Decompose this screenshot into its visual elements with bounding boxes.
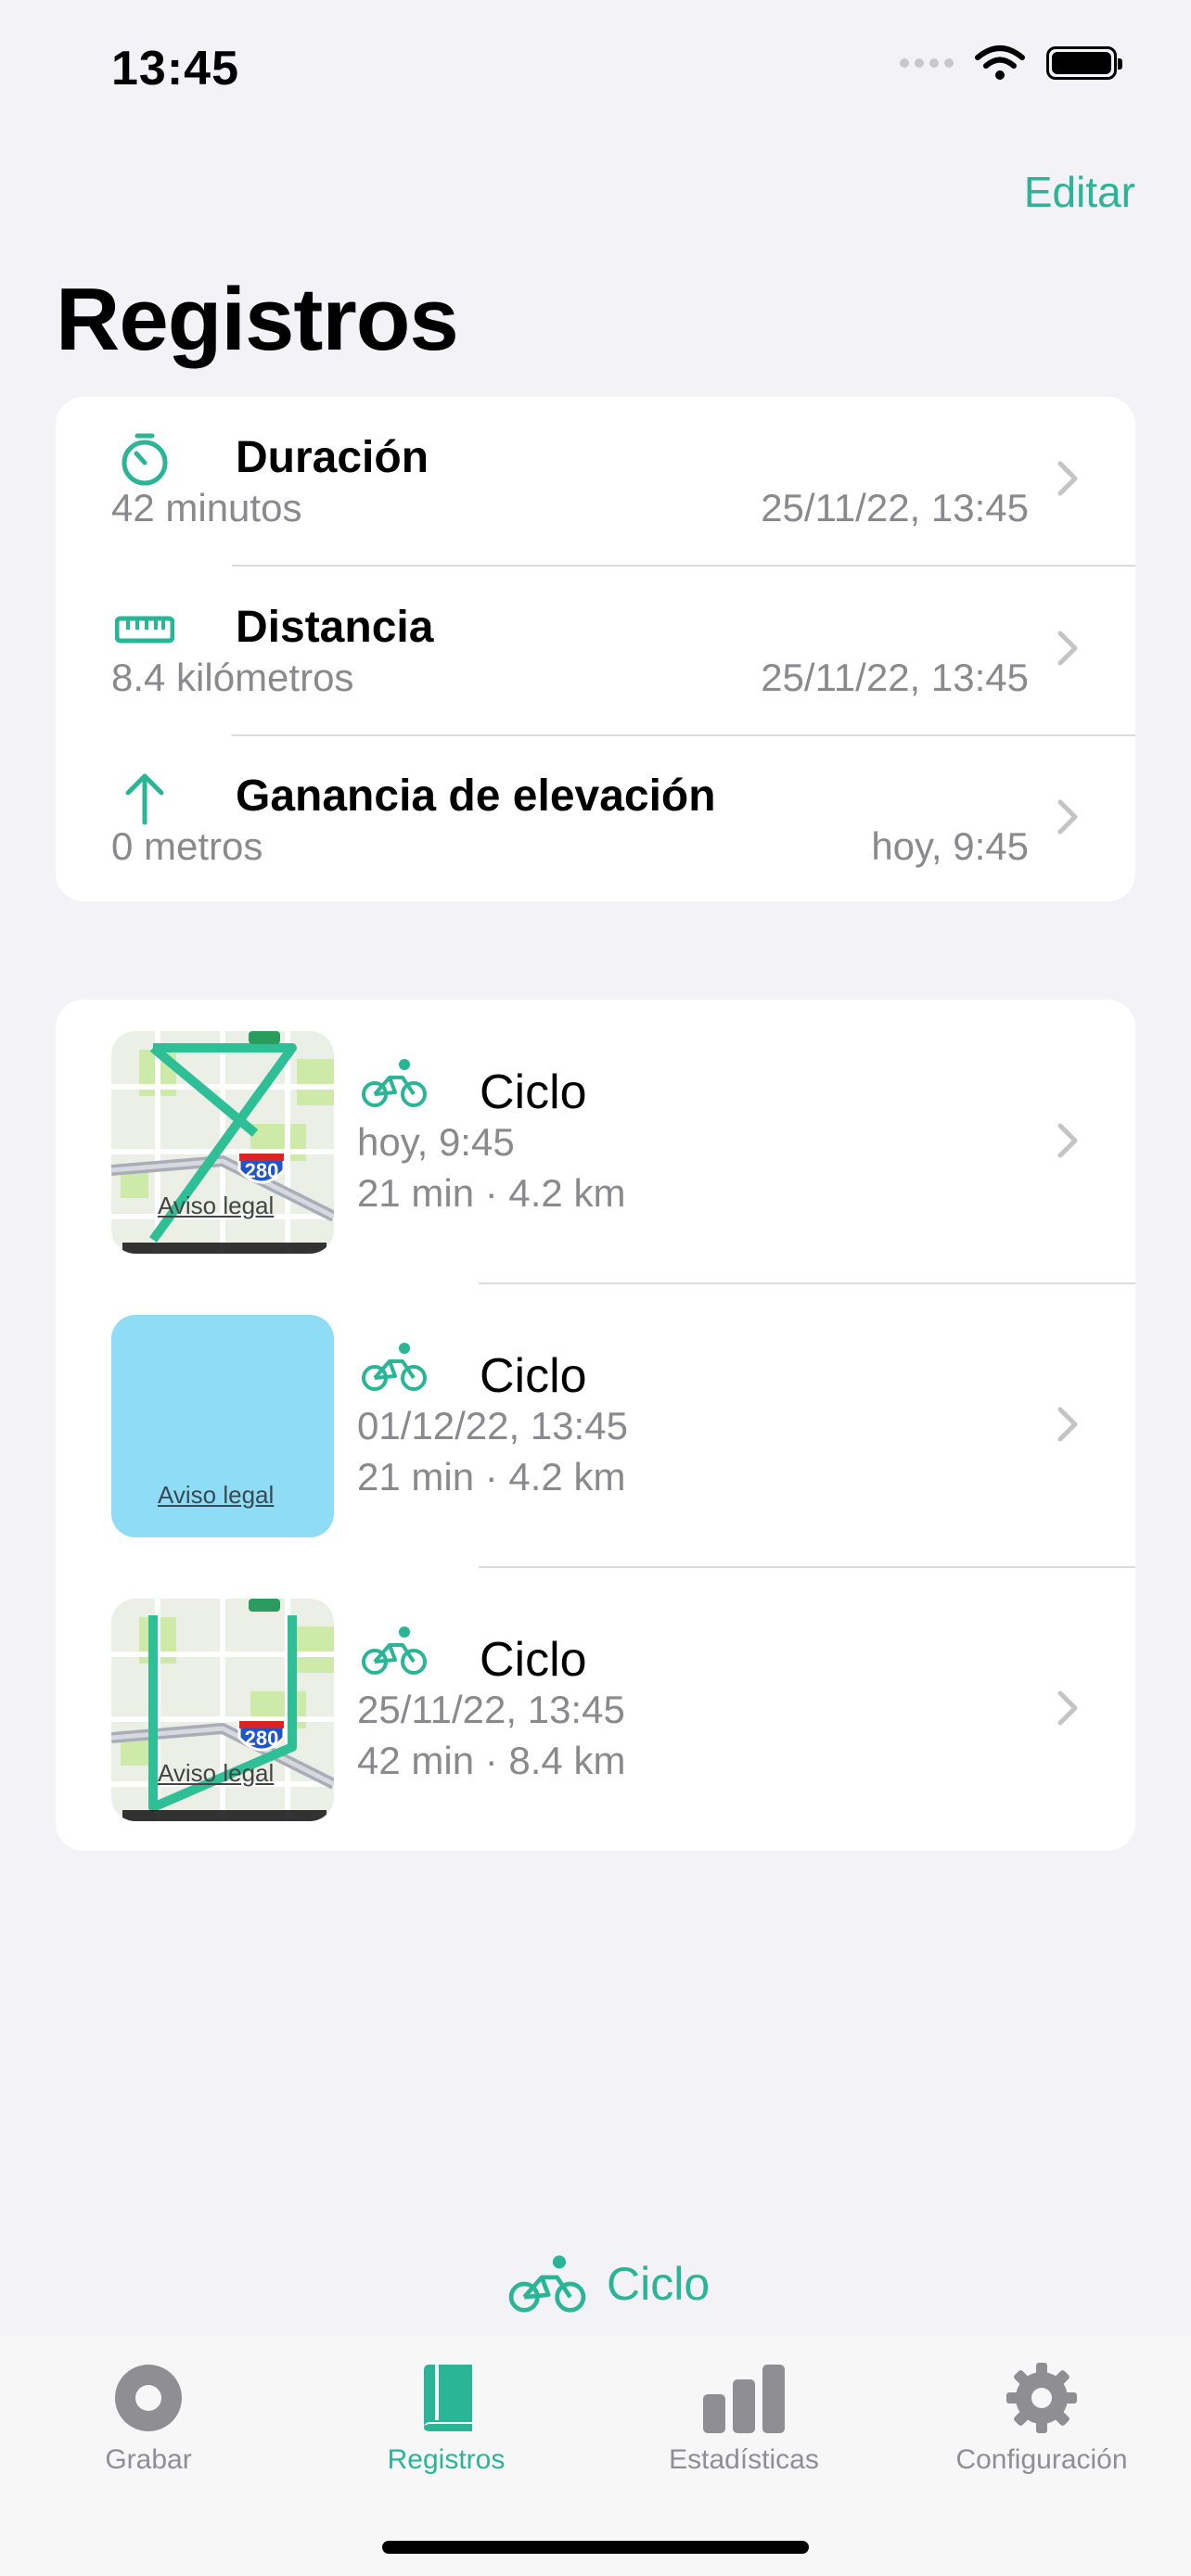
map-legal-link[interactable]: Aviso legal <box>158 1481 274 1510</box>
chevron-right-icon <box>1057 799 1078 835</box>
tab-configuracion[interactable]: Configuración <box>903 2363 1181 2476</box>
map-legal-link[interactable]: Aviso legal <box>158 1759 274 1788</box>
summary-date: 25/11/22, 13:45 <box>761 486 1029 529</box>
records-card: 280 Aviso legal Ciclo hoy, 9:45 21 min ·… <box>56 1000 1135 1851</box>
gear-icon <box>1006 2363 1077 2433</box>
record-detail: 21 min · 4.2 km <box>357 1455 626 1498</box>
tab-grabar[interactable]: Grabar <box>9 2363 288 2476</box>
record-icon <box>115 2365 182 2431</box>
chevron-right-icon <box>1057 1123 1078 1158</box>
activity-label: Ciclo <box>607 2258 711 2310</box>
ruler-icon <box>115 616 174 644</box>
list-item[interactable]: Aviso legal Ciclo 01/12/22, 13:45 21 min… <box>56 1283 1135 1567</box>
record-detail: 21 min · 4.2 km <box>357 1171 626 1215</box>
chevron-right-icon <box>1057 1407 1078 1442</box>
bicycle-icon <box>362 1343 427 1391</box>
summary-date: hoy, 9:45 <box>871 824 1029 868</box>
record-title: Ciclo <box>480 1633 587 1687</box>
record-date: 25/11/22, 13:45 <box>357 1688 625 1731</box>
home-indicator[interactable] <box>382 2541 809 2554</box>
chevron-right-icon <box>1057 631 1078 666</box>
wifi-icon <box>975 45 1025 80</box>
summary-value: 0 metros <box>111 824 263 868</box>
summary-row-distance[interactable]: Distancia 8.4 kilómetros 25/11/22, 13:45 <box>56 567 1135 734</box>
arrow-up-icon <box>125 773 164 825</box>
timer-icon <box>122 433 168 486</box>
records-screen: 13:45 Editar Registros Duración 42 minut… <box>0 0 1191 2576</box>
status-time: 13:45 <box>111 42 239 96</box>
bicycle-icon <box>362 1059 427 1107</box>
tab-registros[interactable]: Registros <box>307 2363 585 2476</box>
summary-value: 42 minutos <box>111 486 302 529</box>
summary-title: Distancia <box>236 603 434 652</box>
bar-chart-icon <box>703 2365 785 2433</box>
summary-value: 8.4 kilómetros <box>111 656 354 699</box>
chevron-right-icon <box>1057 1690 1078 1726</box>
activity-selector[interactable]: Ciclo <box>508 2253 710 2315</box>
bicycle-icon <box>508 2255 586 2313</box>
map-thumbnail: 280 Aviso legal <box>111 1031 334 1254</box>
tab-label: Estadísticas <box>669 2444 819 2475</box>
battery-icon <box>1046 46 1122 80</box>
list-item[interactable]: 280 Aviso legal Ciclo hoy, 9:45 21 min ·… <box>56 1000 1135 1283</box>
edit-button[interactable]: Editar <box>1024 167 1135 217</box>
summary-card: Duración 42 minutos 25/11/22, 13:45 Dist… <box>56 397 1135 901</box>
highway-shield: 280 <box>245 1727 279 1750</box>
tab-estadisticas[interactable]: Estadísticas <box>605 2363 883 2476</box>
bicycle-icon <box>362 1626 427 1675</box>
record-detail: 42 min · 8.4 km <box>357 1739 626 1782</box>
map-legal-link[interactable]: Aviso legal <box>158 1192 274 1220</box>
record-date: 01/12/22, 13:45 <box>357 1404 628 1447</box>
chevron-right-icon <box>1057 461 1078 496</box>
tab-label: Grabar <box>105 2444 192 2475</box>
map-thumbnail: Aviso legal <box>111 1315 334 1537</box>
summary-row-duration[interactable]: Duración 42 minutos 25/11/22, 13:45 <box>56 397 1135 565</box>
tab-label: Registros <box>387 2444 506 2475</box>
summary-title: Ganancia de elevación <box>236 772 716 821</box>
map-thumbnail: 280 Aviso legal <box>111 1599 334 1821</box>
tab-label: Configuración <box>955 2444 1128 2475</box>
highway-shield: 280 <box>245 1159 279 1182</box>
list-item[interactable]: 280 Aviso legal Ciclo 25/11/22, 13:45 42… <box>56 1567 1135 1851</box>
page-title: Registros <box>56 270 459 369</box>
summary-title: Duración <box>236 433 429 482</box>
cellular-signal-icon <box>900 58 954 68</box>
book-icon <box>424 2365 472 2431</box>
record-title: Ciclo <box>480 1065 587 1119</box>
record-title: Ciclo <box>480 1349 587 1403</box>
summary-date: 25/11/22, 13:45 <box>761 656 1029 699</box>
status-icons <box>900 45 1122 82</box>
record-date: hoy, 9:45 <box>357 1120 515 1164</box>
summary-row-elevation[interactable]: Ganancia de elevación 0 metros hoy, 9:45 <box>56 735 1135 901</box>
